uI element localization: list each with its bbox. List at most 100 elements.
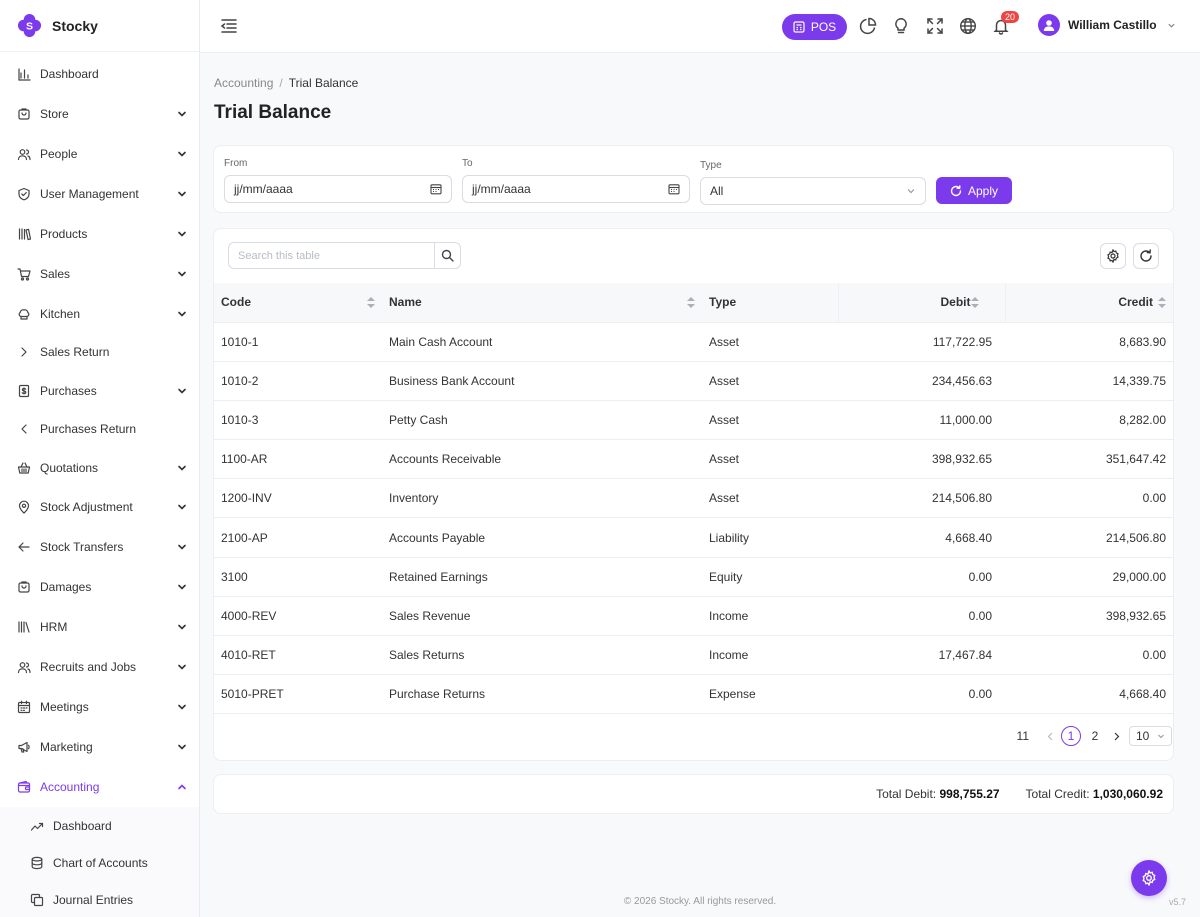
cell-name: Sales Returns	[382, 635, 702, 676]
pie-chart-icon[interactable]	[859, 17, 877, 35]
sidebar-item-sales[interactable]: Sales	[0, 254, 199, 294]
table-settings-button[interactable]	[1100, 243, 1126, 269]
page-button-2[interactable]: 2	[1085, 726, 1105, 746]
settings-fab[interactable]	[1131, 860, 1167, 896]
brand[interactable]: S Stocky	[0, 0, 199, 52]
cell-type: Expense	[702, 674, 838, 715]
page-title: Trial Balance	[214, 102, 332, 123]
table-row[interactable]: 1010-2 Business Bank Account Asset 234,456.…	[214, 361, 1173, 401]
sort-icon	[1158, 297, 1166, 308]
table-row[interactable]: 1200-INV Inventory Asset 214,506.80 0.00	[214, 478, 1173, 519]
receipt-icon	[18, 384, 30, 397]
chevron-down-icon	[178, 465, 186, 471]
people-icon	[17, 149, 31, 161]
breadcrumb-separator: /	[279, 76, 283, 90]
sidebar-item-sales-return[interactable]: Sales Return	[0, 333, 199, 371]
page-size-select[interactable]: 10	[1129, 726, 1172, 746]
type-select[interactable]: All	[700, 177, 926, 205]
sidebar-subitem-dashboard[interactable]: Dashboard	[0, 807, 199, 844]
sidebar-item-dashboard[interactable]: Dashboard	[0, 54, 199, 94]
column-label: Name	[389, 295, 422, 310]
prev-page-button[interactable]	[1041, 727, 1059, 745]
chevron-right-icon	[1114, 732, 1119, 740]
chevron-down-icon	[178, 504, 186, 510]
sidebar-item-label: Products	[40, 227, 88, 241]
fullscreen-icon[interactable]	[926, 17, 944, 35]
sidebar-item-meetings[interactable]: Meetings	[0, 687, 199, 727]
cell-code: 1100-AR	[214, 439, 382, 480]
table-row[interactable]: 5010-PRET Purchase Returns Expense 0.00 4,66…	[214, 674, 1173, 715]
box-icon	[18, 581, 30, 593]
cell-code: 1010-1	[214, 322, 382, 362]
column-header-name[interactable]: Name	[382, 283, 702, 323]
gear-icon	[1142, 870, 1156, 886]
sidebar-item-label: Damages	[40, 580, 92, 594]
store-icon	[18, 108, 30, 120]
user-menu[interactable]: William Castillo	[1038, 14, 1176, 36]
sidebar-item-purchases[interactable]: Purchases	[0, 371, 199, 410]
sidebar-item-marketing[interactable]: Marketing	[0, 727, 199, 767]
table-row[interactable]: 2100-AP Accounts Payable Liability 4,668.40…	[214, 517, 1173, 558]
column-header-code[interactable]: Code	[214, 283, 382, 323]
chef-hat-icon	[18, 308, 30, 320]
sidebar-item-quotations[interactable]: Quotations	[0, 448, 199, 487]
page-button-1[interactable]: 1	[1061, 726, 1081, 746]
column-label: Credit	[1118, 295, 1153, 310]
sidebar-item-purchases-return[interactable]: Purchases Return	[0, 410, 199, 448]
table-row[interactable]: 1010-1 Main Cash Account Asset 117,722.95 8,…	[214, 322, 1173, 362]
total-credit-label: Total Credit:	[1025, 787, 1090, 801]
column-header-credit[interactable]: Credit	[1004, 283, 1173, 323]
from-date-input[interactable]: jj/mm/aaaa	[224, 175, 452, 203]
table-row[interactable]: 4010-RET Sales Returns Income 17,467.84 0.00	[214, 635, 1173, 676]
sidebar-item-stock-adjustment[interactable]: Stock Adjustment	[0, 487, 199, 527]
cell-credit: 398,932.65	[1005, 596, 1173, 637]
breadcrumb-parent[interactable]: Accounting	[214, 76, 273, 90]
sidebar-subitem-chart-of-accounts[interactable]: Chart of Accounts	[0, 844, 199, 881]
sidebar-item-products[interactable]: Products	[0, 214, 199, 254]
sidebar-item-store[interactable]: Store	[0, 94, 199, 134]
search-button[interactable]	[434, 243, 460, 268]
apply-button[interactable]: Apply	[936, 177, 1012, 204]
sidebar-item-damages[interactable]: Damages	[0, 567, 199, 607]
table-row[interactable]: 1100-AR Accounts Receivable Asset 398,932.6…	[214, 439, 1173, 480]
sidebar-item-kitchen[interactable]: Kitchen	[0, 294, 199, 333]
cell-debit: 234,456.63	[838, 361, 1005, 401]
cell-code: 4010-RET	[214, 635, 382, 676]
chevron-up-icon	[178, 784, 186, 790]
globe-icon[interactable]	[959, 17, 977, 35]
calendar-icon[interactable]	[430, 183, 442, 195]
table-row[interactable]: 3100 Retained Earnings Equity 0.00 29,000.00	[214, 557, 1173, 597]
table-row[interactable]: 4000-REV Sales Revenue Income 0.00 398,932.6…	[214, 596, 1173, 637]
search-input[interactable]	[229, 243, 434, 268]
table-row[interactable]: 1010-3 Petty Cash Asset 11,000.00 8,282.00	[214, 400, 1173, 441]
sidebar-item-people[interactable]: People	[0, 134, 199, 174]
calendar-icon[interactable]	[668, 183, 680, 195]
sidebar-item-label: Quotations	[40, 460, 99, 475]
cell-credit: 14,339.75	[1005, 361, 1173, 401]
cell-debit: 214,506.80	[838, 478, 1005, 519]
sidebar-item-accounting[interactable]: Accounting	[0, 767, 199, 807]
next-page-button[interactable]	[1107, 727, 1125, 745]
menu-fold-icon[interactable]	[220, 17, 238, 35]
sidebar-subitem-journal-entries[interactable]: Journal Entries	[0, 881, 199, 917]
sort-icon	[687, 297, 695, 308]
cell-type: Asset	[702, 322, 838, 362]
cell-debit: 0.00	[838, 557, 1005, 597]
pos-button[interactable]: POS	[782, 14, 847, 40]
table-refresh-button[interactable]	[1133, 243, 1159, 269]
library-icon	[18, 621, 30, 633]
sidebar-item-recruits-and-jobs[interactable]: Recruits and Jobs	[0, 647, 199, 687]
chevron-down-icon	[1167, 23, 1175, 28]
sidebar-item-stock-transfers[interactable]: Stock Transfers	[0, 527, 199, 567]
cell-name: Purchase Returns	[382, 674, 702, 715]
type-label: Type	[700, 160, 722, 171]
to-date-input[interactable]: jj/mm/aaaa	[462, 175, 690, 203]
sidebar-item-hrm[interactable]: HRM	[0, 607, 199, 647]
sidebar-item-user-management[interactable]: User Management	[0, 174, 199, 214]
chevron-left-icon	[21, 424, 27, 434]
svg-text:S: S	[26, 20, 33, 32]
sidebar-item-label: Accounting	[40, 780, 100, 794]
column-header-debit[interactable]: Debit	[837, 283, 1005, 323]
cell-credit: 0.00	[1005, 478, 1173, 519]
lightbulb-icon[interactable]	[892, 17, 910, 35]
